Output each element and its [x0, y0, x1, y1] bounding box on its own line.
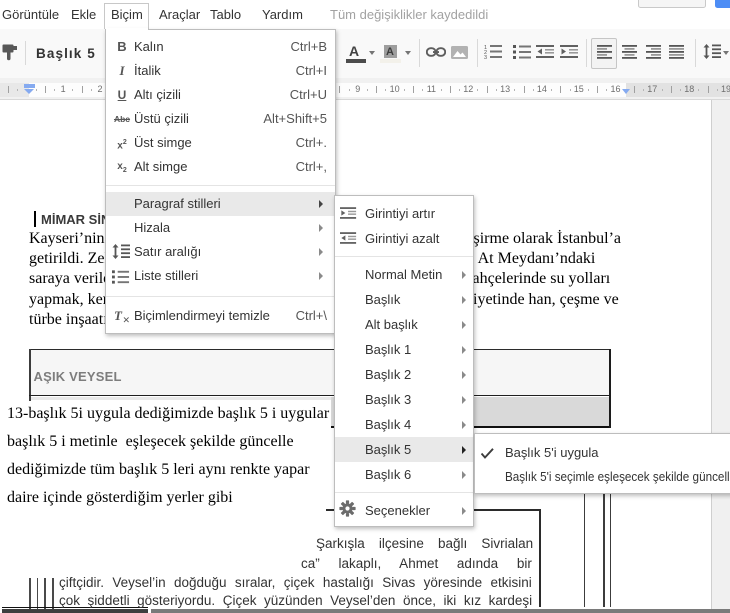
svg-text:3: 3 [484, 55, 487, 59]
